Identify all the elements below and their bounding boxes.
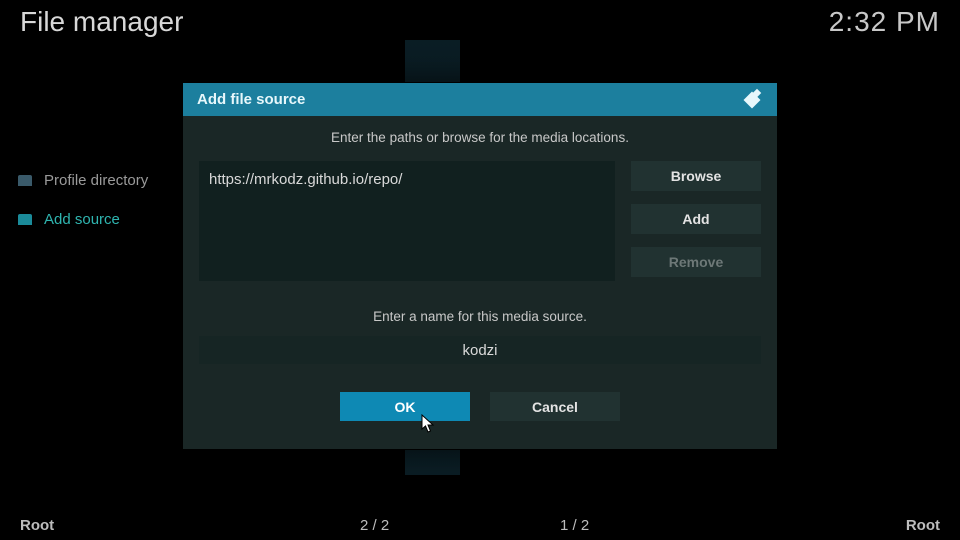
cancel-button[interactable]: Cancel [490, 392, 620, 421]
sidebar: Profile directory Add source [18, 172, 148, 228]
add-button[interactable]: Add [631, 204, 761, 234]
footer-left-root: Root [20, 517, 54, 534]
name-hint: Enter a name for this media source. [183, 309, 777, 324]
folder-icon [18, 214, 32, 225]
sidebar-item-label: Add source [44, 211, 120, 228]
dialog-title: Add file source [197, 91, 305, 108]
footer-left-count: 2 / 2 [360, 517, 389, 534]
paths-row: https://mrkodz.github.io/repo/ Browse Ad… [199, 161, 761, 281]
browse-button[interactable]: Browse [631, 161, 761, 191]
footer-right-count: 1 / 2 [560, 517, 589, 534]
ok-button[interactable]: OK [340, 392, 470, 421]
topbar: File manager 2:32 PM [0, 0, 960, 46]
footer-right-root: Root [906, 517, 940, 534]
remove-button: Remove [631, 247, 761, 277]
dialog-buttons: OK Cancel [183, 392, 777, 421]
add-file-source-dialog: Add file source Enter the paths or brows… [182, 82, 778, 450]
sidebar-item-add-source[interactable]: Add source [18, 211, 148, 228]
source-name-input[interactable]: kodzi [199, 336, 761, 364]
sidebar-item-profile-directory[interactable]: Profile directory [18, 172, 148, 189]
footer: Root 2 / 2 1 / 2 Root [0, 517, 960, 534]
clock: 2:32 PM [829, 6, 940, 38]
page-title: File manager [20, 6, 183, 38]
kodi-logo-icon [741, 89, 763, 111]
folder-icon [18, 175, 32, 186]
paths-buttons: Browse Add Remove [631, 161, 761, 281]
source-name-value: kodzi [462, 342, 497, 359]
dialog-header: Add file source [183, 83, 777, 116]
sidebar-item-label: Profile directory [44, 172, 148, 189]
paths-hint: Enter the paths or browse for the media … [183, 130, 777, 145]
path-input-value: https://mrkodz.github.io/repo/ [209, 171, 402, 188]
path-input[interactable]: https://mrkodz.github.io/repo/ [199, 161, 615, 281]
